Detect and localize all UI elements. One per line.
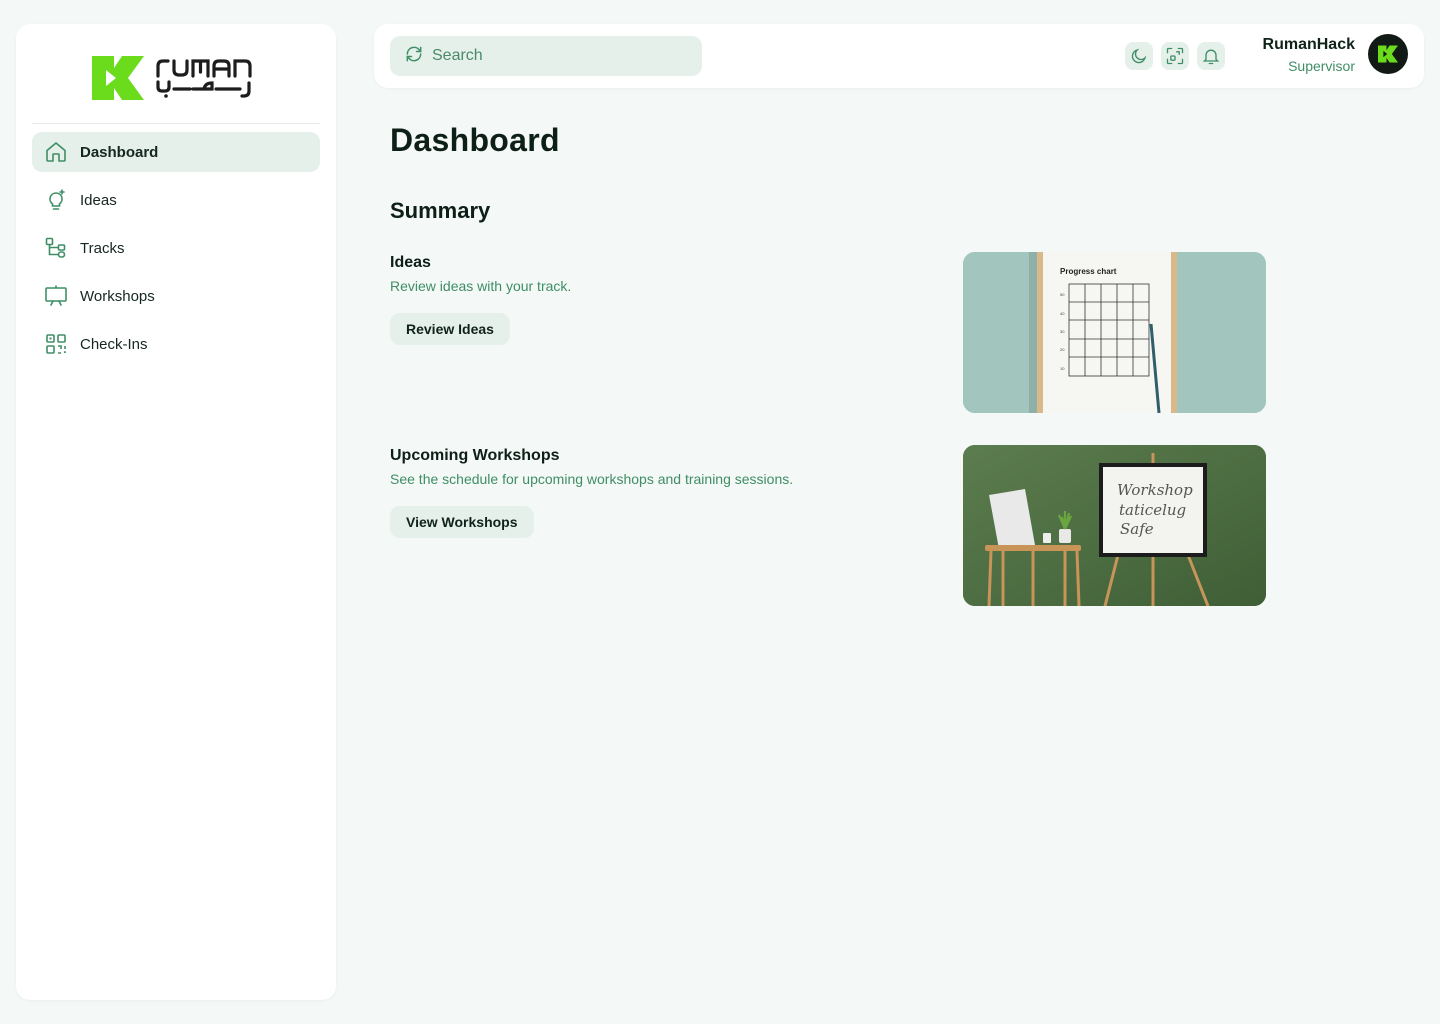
- workshop-whiteboard-image: Workshop taticelug Safe: [963, 445, 1266, 606]
- ideas-card-title: Ideas: [390, 254, 431, 271]
- refresh-icon: [404, 44, 424, 69]
- ruman-logo[interactable]: [92, 56, 262, 100]
- sidebar-item-label: Tracks: [80, 239, 125, 257]
- tracks-icon: [44, 236, 68, 260]
- scan-icon[interactable]: [1161, 42, 1189, 70]
- qr-code-icon: [44, 332, 68, 356]
- sidebar-item-check-ins[interactable]: Check-Ins: [32, 324, 320, 364]
- sidebar-item-tracks[interactable]: Tracks: [32, 228, 320, 268]
- search-input[interactable]: [432, 47, 682, 65]
- page-title: Dashboard: [390, 122, 560, 158]
- search-box[interactable]: [390, 36, 702, 76]
- section-title: Summary: [390, 198, 491, 223]
- sidebar-item-label: Workshops: [80, 287, 155, 305]
- avatar[interactable]: [1368, 34, 1408, 74]
- presentation-icon: [44, 284, 68, 308]
- progress-chart-label: Progress chart: [1060, 267, 1117, 276]
- lightbulb-icon: [44, 188, 68, 212]
- topbar: RumanHack Supervisor: [374, 24, 1424, 88]
- workshops-card-description: See the schedule for upcoming workshops …: [390, 471, 794, 487]
- sidebar-item-label: Dashboard: [80, 143, 159, 161]
- user-role: Supervisor: [1288, 58, 1355, 74]
- whiteboard-line-1: Workshop: [1117, 481, 1193, 499]
- sidebar-item-dashboard[interactable]: Dashboard: [32, 132, 320, 172]
- svg-text:40: 40: [1060, 311, 1065, 316]
- sidebar-item-workshops[interactable]: Workshops: [32, 276, 320, 316]
- svg-text:20: 20: [1060, 347, 1065, 352]
- svg-text:50: 50: [1060, 292, 1065, 297]
- svg-text:10: 10: [1060, 366, 1065, 371]
- sidebar: Dashboard Ideas Tracks Workshops Check-I…: [16, 24, 336, 1000]
- sidebar-item-label: Ideas: [80, 191, 117, 209]
- home-icon: [44, 140, 68, 164]
- svg-text:30: 30: [1060, 329, 1065, 334]
- ideas-card-description: Review ideas with your track.: [390, 278, 572, 294]
- sidebar-divider: [32, 123, 320, 124]
- review-ideas-button[interactable]: Review Ideas: [390, 313, 510, 345]
- view-workshops-button[interactable]: View Workshops: [390, 506, 534, 538]
- user-name: RumanHack: [1262, 36, 1355, 53]
- whiteboard-line-2: taticelug: [1119, 501, 1186, 519]
- workshops-card-title: Upcoming Workshops: [390, 447, 560, 464]
- moon-icon[interactable]: [1125, 42, 1153, 70]
- bell-icon[interactable]: [1197, 42, 1225, 70]
- whiteboard-line-3: Safe: [1120, 520, 1154, 538]
- sidebar-item-label: Check-Ins: [80, 335, 148, 353]
- progress-chart-image: Progress chart 50 40 30 20 10: [963, 252, 1266, 413]
- sidebar-item-ideas[interactable]: Ideas: [32, 180, 320, 220]
- sidebar-nav: Dashboard Ideas Tracks Workshops Check-I…: [32, 132, 320, 372]
